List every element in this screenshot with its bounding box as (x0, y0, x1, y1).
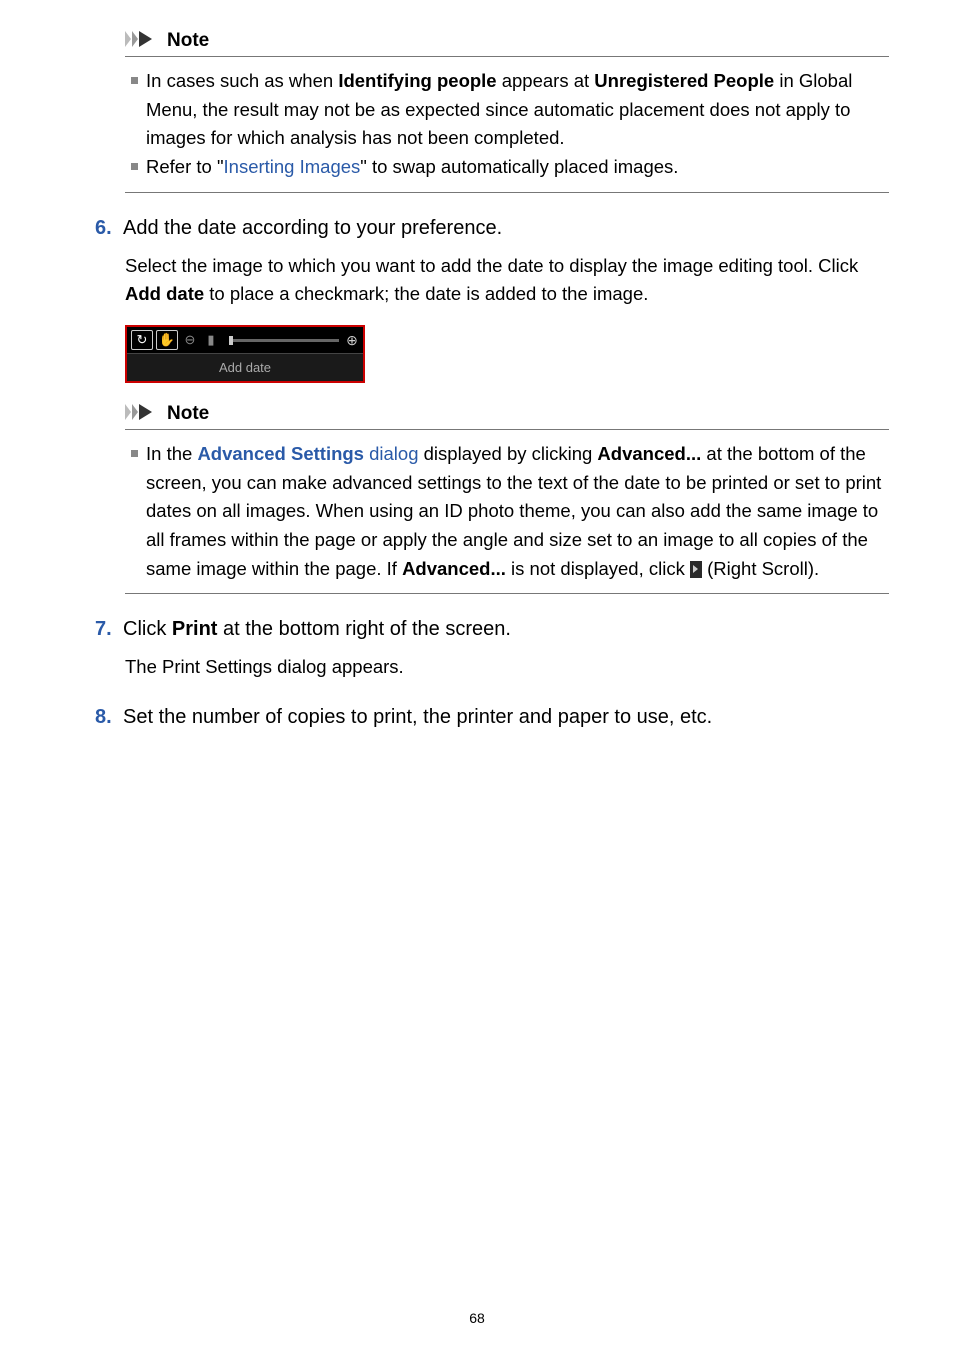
note-arrows-icon (125, 404, 159, 425)
text-bold: Unregistered People (594, 70, 774, 91)
note-block-2: Note In the Advanced Settings dialog dis… (65, 403, 889, 594)
lock-icon: ▮ (202, 332, 220, 348)
step-8: 8. Set the number of copies to print, th… (65, 706, 889, 729)
text: Refer to " (146, 156, 224, 177)
text-bold: Add date (125, 283, 204, 304)
step-7: 7. Click Print at the bottom right of th… (65, 618, 889, 641)
text: displayed by clicking (419, 443, 598, 464)
step-number: 6. (95, 217, 123, 240)
step-number: 8. (95, 706, 123, 729)
page-content: Note In cases such as when Identifying p… (0, 0, 954, 729)
text: Click (123, 618, 172, 640)
text: is not displayed, click (506, 558, 690, 579)
note-header: Note (125, 30, 889, 57)
link-inserting-images[interactable]: Inserting Images (224, 156, 361, 177)
minus-icon: ⊖ (181, 332, 199, 348)
page-number: 68 (0, 1310, 954, 1326)
right-scroll-icon (690, 561, 702, 578)
note-bullets: In the Advanced Settings dialog displaye… (125, 440, 889, 583)
toolbar-top-row: ↻ ✋ ⊖ ▮ ⊕ (127, 327, 363, 353)
step-6-body: Select the image to which you want to ad… (65, 252, 889, 309)
note-footer-rule (125, 192, 889, 193)
note-arrows-icon (125, 31, 159, 52)
bullet-icon (131, 77, 138, 84)
text-bold: Advanced... (597, 443, 701, 464)
slider-knob (229, 336, 233, 345)
step-number: 7. (95, 618, 123, 641)
text-bold: Advanced... (402, 558, 506, 579)
step-title: Set the number of copies to print, the p… (123, 706, 712, 729)
text: In the (146, 443, 197, 464)
image-edit-toolbar-figure: ↻ ✋ ⊖ ▮ ⊕ Add date (125, 325, 365, 383)
bullet-text: Refer to "Inserting Images" to swap auto… (146, 153, 889, 182)
plus-icon: ⊕ (345, 332, 359, 349)
rotate-icon: ↻ (131, 330, 153, 350)
text: " to swap automatically placed images. (360, 156, 678, 177)
bullet-icon (131, 450, 138, 457)
text: In cases such as when (146, 70, 338, 91)
toolbar-figure-wrap: ↻ ✋ ⊖ ▮ ⊕ Add date (65, 325, 889, 383)
hand-icon: ✋ (156, 330, 178, 350)
step-title: Add the date according to your preferenc… (123, 217, 502, 240)
bullet-text: In cases such as when Identifying people… (146, 67, 889, 153)
note-footer-rule (125, 593, 889, 594)
text: appears at (497, 70, 595, 91)
text-bold: Print (172, 618, 218, 640)
note-bullets: In cases such as when Identifying people… (125, 67, 889, 182)
text: Select the image to which you want to ad… (125, 255, 858, 276)
step-title: Click Print at the bottom right of the s… (123, 618, 511, 641)
zoom-slider (229, 339, 339, 342)
text-bold: Identifying people (338, 70, 496, 91)
note-bullet: In the Advanced Settings dialog displaye… (131, 440, 889, 583)
bullet-text: In the Advanced Settings dialog displaye… (146, 440, 889, 583)
note-title: Note (167, 30, 209, 52)
note-block-1: Note In cases such as when Identifying p… (65, 30, 889, 193)
note-title: Note (167, 403, 209, 425)
add-date-label: Add date (219, 360, 271, 375)
text: at the bottom right of the screen. (217, 618, 511, 640)
step-7-body: The Print Settings dialog appears. (65, 653, 889, 682)
bullet-icon (131, 163, 138, 170)
add-date-row: Add date (127, 353, 363, 381)
step-6: 6. Add the date according to your prefer… (65, 217, 889, 240)
link-advanced-settings-dialog[interactable]: dialog (364, 443, 419, 464)
note-bullet-2: Refer to "Inserting Images" to swap auto… (131, 153, 889, 182)
note-header: Note (125, 403, 889, 430)
note-bullet-1: In cases such as when Identifying people… (131, 67, 889, 153)
text: (Right Scroll). (702, 558, 819, 579)
link-advanced-settings[interactable]: Advanced Settings (197, 443, 364, 464)
text: to place a checkmark; the date is added … (204, 283, 648, 304)
